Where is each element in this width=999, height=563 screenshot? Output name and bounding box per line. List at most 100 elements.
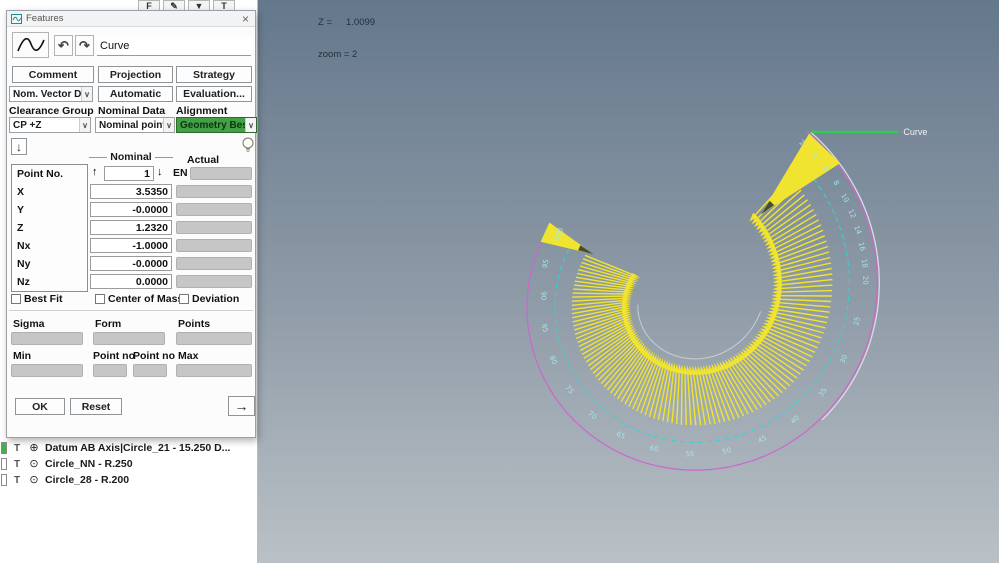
best-fit-checkbox[interactable] — [11, 294, 21, 304]
ok-button[interactable]: OK — [15, 398, 65, 415]
curve-viewport-label: Curve — [903, 127, 927, 137]
points-label: Points — [178, 318, 210, 330]
nz-actual-field — [176, 275, 252, 288]
clearance-group-dropdown[interactable]: CP +Z ∨ — [9, 117, 91, 133]
y-actual-field — [176, 203, 252, 216]
reset-button[interactable]: Reset — [70, 398, 122, 415]
point-no-input[interactable] — [104, 166, 154, 181]
max-field — [176, 364, 252, 377]
nz-label: Nz — [12, 273, 87, 291]
feature-name: Circle_NN - R.250 — [45, 458, 133, 470]
svg-text:18: 18 — [860, 258, 869, 268]
curve-feature-button[interactable] — [12, 32, 49, 58]
comment-button[interactable]: Comment — [12, 66, 94, 83]
circle-icon: ⊙ — [27, 473, 41, 487]
svg-text:20: 20 — [861, 276, 870, 286]
feature-status-chip — [1, 442, 7, 454]
nominal-header: Nominal — [89, 151, 173, 163]
svg-text:8: 8 — [831, 179, 840, 187]
clearance-group-label: Clearance Group — [9, 105, 94, 117]
y-nominal-input[interactable] — [90, 202, 172, 217]
features-dialog: Features × ↶ ↷ Comment Projection Strate… — [6, 10, 256, 438]
dialog-titlebar[interactable]: Features × — [7, 11, 255, 27]
feature-status-chip — [1, 458, 7, 470]
svg-text:10: 10 — [839, 192, 850, 204]
svg-text:95: 95 — [541, 259, 551, 269]
svg-text:25: 25 — [853, 316, 862, 326]
left-panel: F ✎ ▼ T Features × ↶ ↷ Comment Projectio… — [0, 0, 258, 563]
curve-plot[interactable]: 1009590858075706560555045403530252018161… — [258, 0, 999, 563]
svg-text:70: 70 — [586, 410, 598, 422]
svg-text:45: 45 — [757, 434, 769, 445]
alignment-dropdown[interactable]: Geometry Bes ∨ — [176, 117, 257, 133]
chevron-down-icon: ∨ — [81, 87, 92, 101]
feature-row-circle-28[interactable]: T ⊙ Circle_28 - R.200 — [0, 472, 258, 488]
nominal-data-dropdown[interactable]: Nominal point ∨ — [95, 117, 175, 133]
deviation-checkbox[interactable] — [179, 294, 189, 304]
projection-button[interactable]: Projection — [98, 66, 173, 83]
point-no1-label: Point no — [93, 350, 135, 362]
y-label: Y — [12, 201, 87, 219]
min-field — [11, 364, 83, 377]
tolerance-type-label: T — [11, 475, 23, 486]
ny-label: Ny — [12, 255, 87, 273]
feature-status-chip — [1, 474, 7, 486]
actual-header: Actual — [187, 154, 219, 166]
move-down-button[interactable]: ↓ — [11, 138, 27, 155]
svg-text:90: 90 — [539, 291, 547, 300]
ny-nominal-input[interactable] — [90, 256, 172, 271]
redo-icon[interactable]: ↷ — [75, 35, 94, 56]
deviation-vectors — [572, 177, 833, 425]
nominal-data-label: Nominal Data — [98, 105, 165, 117]
feature-row-circle-nn[interactable]: T ⊙ Circle_NN - R.250 — [0, 456, 258, 472]
points-field — [176, 332, 252, 345]
feature-name-input[interactable] — [97, 37, 251, 56]
alignment-label: Alignment — [176, 105, 227, 117]
x-nominal-input[interactable] — [90, 184, 172, 199]
svg-text:14: 14 — [852, 224, 863, 236]
nz-nominal-input[interactable] — [90, 274, 172, 289]
en-actual-field — [190, 167, 252, 180]
z-nominal-input[interactable] — [90, 220, 172, 235]
point-up-icon[interactable]: ↑ — [92, 166, 98, 178]
automatic-button[interactable]: Automatic — [98, 86, 173, 102]
feature-row-datum-ab-axis[interactable]: T ⊕ Datum AB Axis|Circle_21 - 15.250 D..… — [0, 440, 258, 456]
x-actual-field — [176, 185, 252, 198]
point-down-icon[interactable]: ↓ — [157, 166, 163, 178]
z-actual-field — [176, 221, 252, 234]
next-feature-button[interactable]: → — [228, 396, 255, 416]
min-point-field — [93, 364, 127, 377]
deviation-label: Deviation — [192, 293, 239, 305]
sigma-label: Sigma — [13, 318, 45, 330]
chevron-down-icon: ∨ — [245, 118, 256, 132]
min-label: Min — [13, 350, 31, 362]
nominal-data-value: Nominal point — [99, 120, 163, 131]
datum-axis-icon: ⊕ — [27, 441, 41, 455]
viewport-3d[interactable]: Z =1.0099 zoom = 2 100959085807570656055… — [258, 0, 999, 563]
center-of-mass-checkbox[interactable] — [95, 294, 105, 304]
nominal-vector-dropdown[interactable]: Nom. Vector D ∨ — [9, 86, 93, 102]
lightbulb-icon[interactable] — [240, 136, 256, 154]
best-fit-label: Best Fit — [24, 293, 63, 305]
nx-nominal-input[interactable] — [90, 238, 172, 253]
svg-text:80: 80 — [548, 354, 559, 366]
feature-name: Datum AB Axis|Circle_21 - 15.250 D... — [45, 442, 230, 454]
nx-actual-field — [176, 239, 252, 252]
svg-text:65: 65 — [615, 430, 626, 441]
alignment-value: Geometry Bes — [180, 120, 245, 131]
close-icon[interactable]: × — [240, 13, 251, 25]
svg-text:55: 55 — [685, 450, 694, 458]
point-number-labels: 1009590858075706560555045403530252018161… — [539, 138, 869, 458]
cyan-reference-curve — [555, 156, 850, 443]
svg-text:30: 30 — [839, 354, 850, 365]
strategy-button[interactable]: Strategy — [176, 66, 252, 83]
svg-text:85: 85 — [540, 323, 550, 334]
max-label: Max — [178, 350, 198, 362]
dialog-title: Features — [26, 13, 236, 24]
evaluation-button[interactable]: Evaluation... — [176, 86, 252, 102]
nominal-header-text: Nominal — [110, 151, 151, 163]
max-point-field — [133, 364, 167, 377]
undo-icon[interactable]: ↶ — [54, 35, 73, 56]
nominal-vector-value: Nom. Vector D — [13, 89, 81, 100]
point-no2-label: Point no — [133, 350, 175, 362]
